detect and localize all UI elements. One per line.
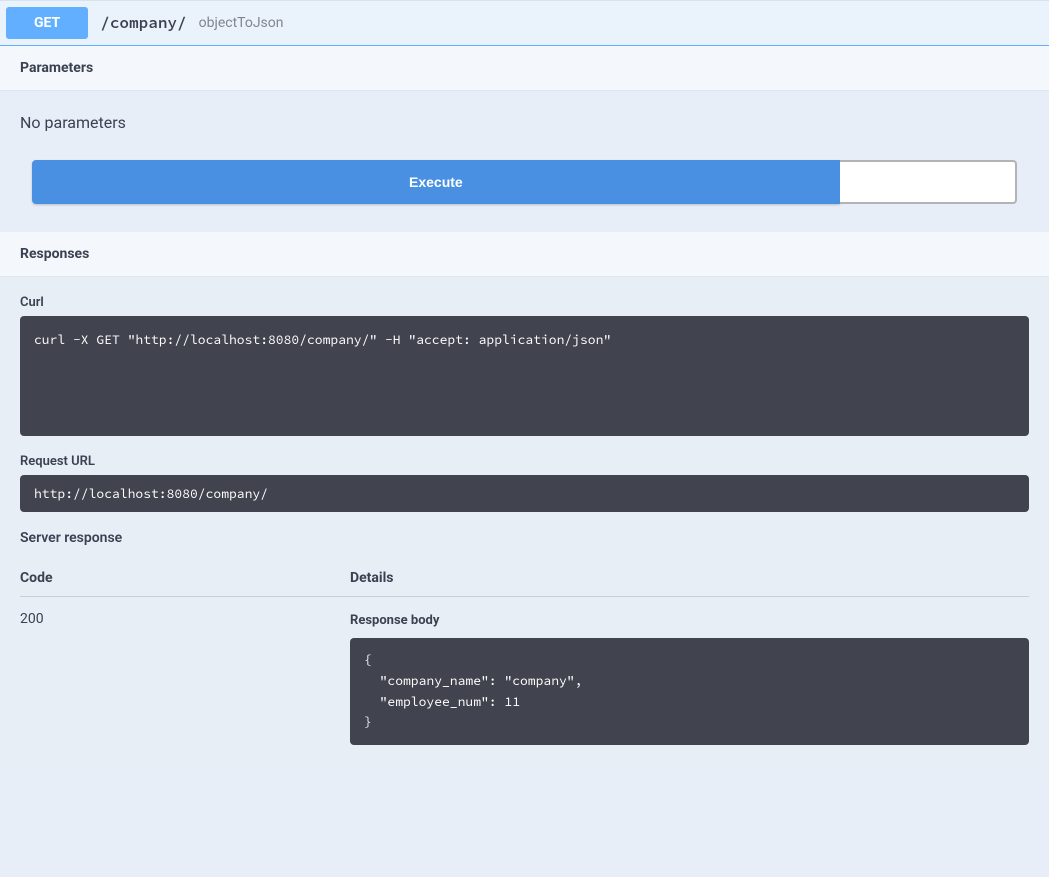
curl-label: Curl: [20, 277, 1029, 316]
responses-body: Curl curl -X GET "http://localhost:8080/…: [0, 277, 1049, 769]
details-column-header: Details: [350, 560, 1029, 597]
operation-block: GET /company/ objectToJson Parameters No…: [0, 0, 1049, 769]
response-row: 200 Response body { "company_name": "com…: [20, 597, 1029, 746]
code-column-header: Code: [20, 560, 350, 597]
clear-button[interactable]: [840, 160, 1017, 204]
operation-id: objectToJson: [199, 15, 284, 31]
parameters-header: Parameters: [0, 46, 1049, 91]
request-url-label: Request URL: [20, 436, 1029, 475]
request-url[interactable]: http://localhost:8080/company/: [20, 475, 1029, 512]
response-body-label: Response body: [350, 611, 1029, 638]
server-response-label: Server response: [20, 512, 1029, 552]
response-body[interactable]: { "company_name": "company", "employee_n…: [350, 638, 1029, 745]
curl-command[interactable]: curl -X GET "http://localhost:8080/compa…: [20, 316, 1029, 436]
parameters-empty: No parameters: [0, 91, 1049, 160]
response-details-cell: Response body { "company_name": "company…: [350, 597, 1029, 746]
http-method-badge: GET: [6, 7, 88, 39]
response-code: 200: [20, 597, 350, 746]
execute-button[interactable]: Execute: [32, 160, 840, 204]
operation-path: /company/: [100, 13, 186, 33]
responses-header: Responses: [0, 232, 1049, 277]
operation-summary[interactable]: GET /company/ objectToJson: [0, 1, 1049, 46]
response-table: Code Details 200 Response body { "compan…: [20, 560, 1029, 745]
execute-row: Execute: [0, 160, 1049, 232]
